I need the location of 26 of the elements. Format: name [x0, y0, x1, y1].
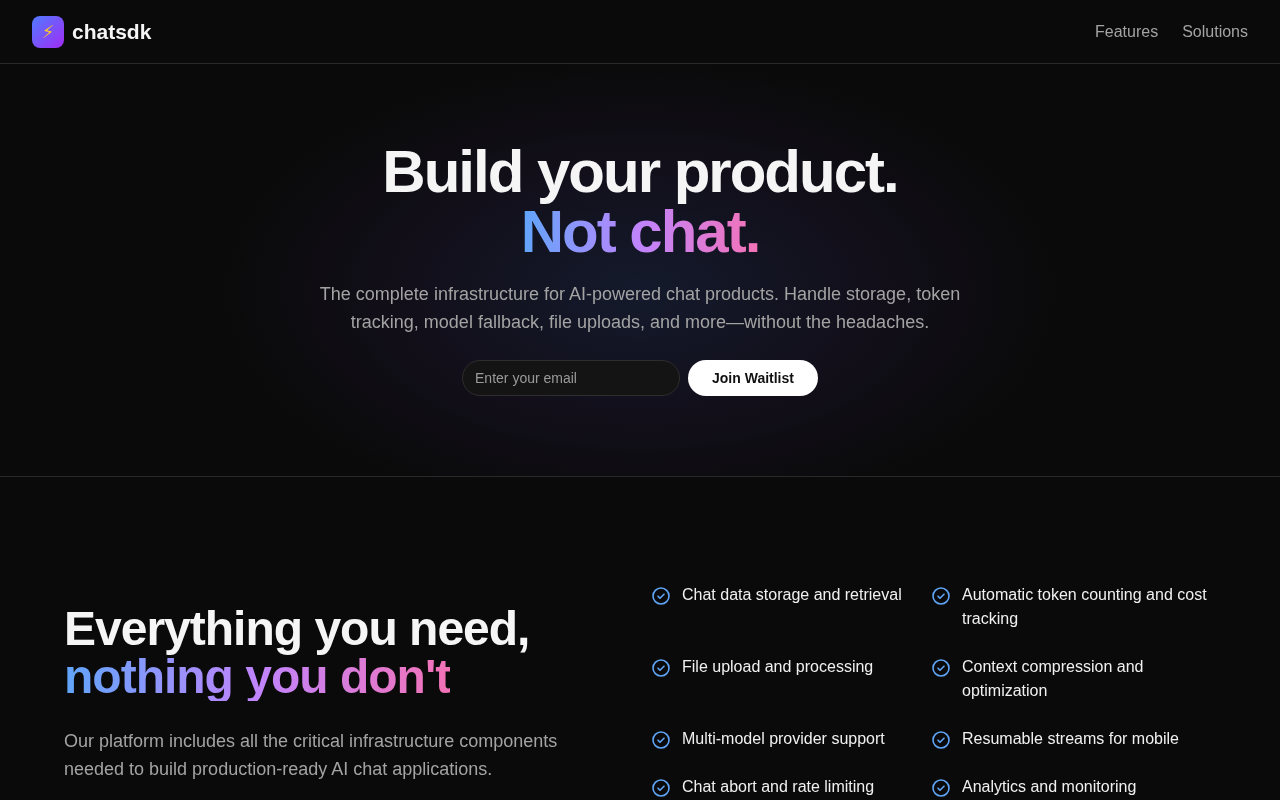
- feature-text: Multi-model provider support: [682, 729, 885, 749]
- feature-text: Context compression and optimization: [962, 657, 1145, 701]
- check-circle-icon: [652, 731, 670, 749]
- logo-icon: ⚡: [32, 15, 64, 48]
- nav-link[interactable]: Features: [1095, 19, 1159, 44]
- join-waitlist-button[interactable]: Join Waitlist: [688, 360, 818, 396]
- email-field[interactable]: Enter your email: [462, 360, 681, 396]
- check-circle-icon: [932, 659, 950, 677]
- features-title: Everything you need,: [64, 605, 531, 653]
- check-circle-icon: [932, 587, 950, 605]
- feature-text: Chat data storage and retrieval: [682, 585, 902, 605]
- check-circle-icon: [652, 659, 670, 677]
- hero-subtitle: The complete infrastructure for AI-powered chat products. Handle storage, token tracking, model fallback, file uploads, and more—without the headaches.: [318, 283, 962, 334]
- check-circle-icon: [932, 731, 950, 749]
- feature-text: Chat abort and rate limiting: [682, 777, 875, 797]
- nav-link[interactable]: Solutions: [1182, 19, 1248, 44]
- feature-text: Automatic token counting and cost tracking: [962, 585, 1208, 629]
- hero-title: Build your product.: [381, 142, 899, 202]
- check-circle-icon: [652, 587, 670, 605]
- feature-text: Resumable streams for mobile: [962, 729, 1179, 749]
- feature-text: File upload and processing: [682, 657, 874, 677]
- features-text: Our platform includes all the critical infrastructure components needed to build production-ready AI chat applications.: [64, 730, 559, 781]
- feature-text: Analytics and monitoring: [962, 777, 1137, 797]
- check-circle-icon: [652, 779, 670, 797]
- check-circle-icon: [932, 779, 950, 797]
- brand-name: chatsdk: [72, 18, 152, 45]
